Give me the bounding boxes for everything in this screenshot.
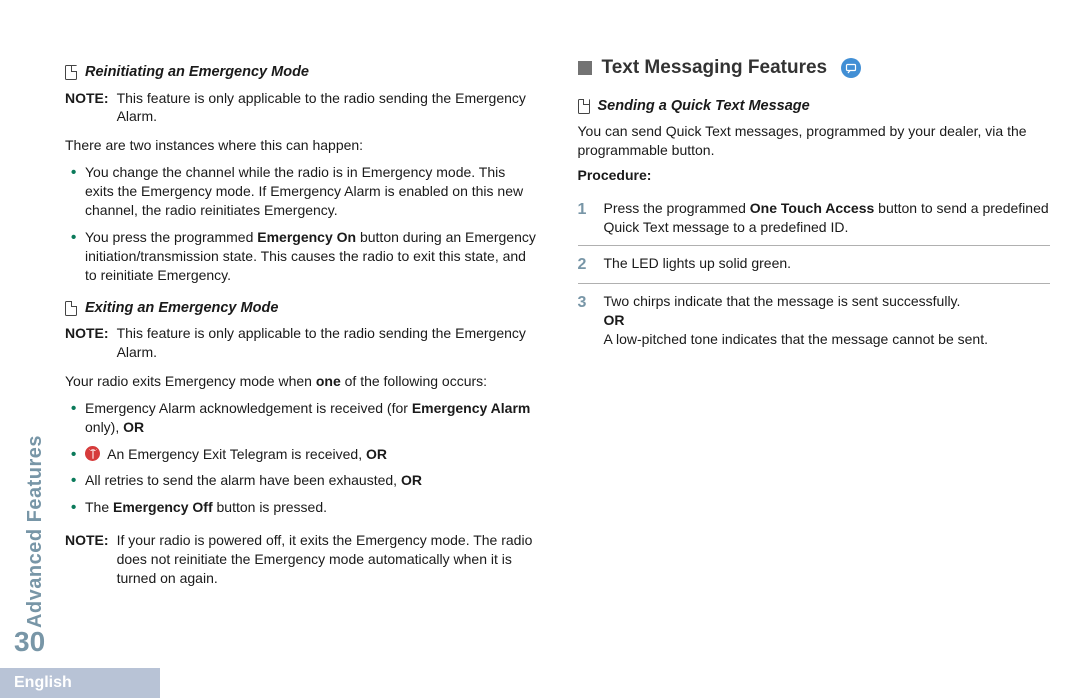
right-column: Text Messaging Features Sending a Quick …	[578, 55, 1051, 598]
message-icon	[841, 58, 861, 78]
section-title: Text Messaging Features	[602, 55, 828, 81]
note-label: NOTE:	[65, 89, 109, 127]
text: The	[85, 499, 113, 515]
text: Your radio exits Emergency mode when	[65, 373, 316, 389]
list-item: All retries to send the alarm have been …	[71, 471, 538, 490]
note-text: This feature is only applicable to the r…	[117, 324, 538, 362]
note-row: NOTE: This feature is only applicable to…	[65, 89, 538, 127]
subheading-quicktext: Sending a Quick Text Message	[578, 97, 1051, 117]
step-number: 1	[578, 199, 594, 237]
bold-text: one	[316, 373, 341, 389]
paragraph: There are two instances where this can h…	[65, 136, 538, 155]
list-item: The Emergency Off button is pressed.	[71, 498, 538, 517]
list-item: An Emergency Exit Telegram is received, …	[71, 445, 538, 464]
paragraph: You can send Quick Text messages, progra…	[578, 122, 1051, 160]
page-number: 30	[14, 626, 45, 658]
note-label: NOTE:	[65, 324, 109, 362]
text: button is pressed.	[213, 499, 327, 515]
step: 3 Two chirps indicate that the message i…	[578, 284, 1051, 357]
subheading-text: Exiting an Emergency Mode	[85, 299, 278, 319]
bold-text: Emergency Off	[113, 499, 213, 515]
step-number: 2	[578, 254, 594, 276]
bullet-list: Emergency Alarm acknowledgement is recei…	[71, 399, 538, 517]
procedure-label: Procedure:	[578, 166, 1051, 185]
list-item: You press the programmed Emergency On bu…	[71, 228, 538, 285]
subheading-reinitiating: Reinitiating an Emergency Mode	[65, 63, 538, 83]
square-bullet-icon	[578, 61, 592, 75]
bold-text: Emergency On	[257, 229, 356, 245]
bold-text: OR	[401, 472, 422, 488]
text: only),	[85, 419, 123, 435]
bullet-list: You change the channel while the radio i…	[71, 163, 538, 284]
left-column: Reinitiating an Emergency Mode NOTE: Thi…	[65, 55, 538, 598]
bold-text: OR	[123, 419, 144, 435]
section-heading: Text Messaging Features	[578, 55, 1051, 81]
page-icon	[65, 65, 77, 80]
list-item: You change the channel while the radio i…	[71, 163, 538, 220]
step: 1 Press the programmed One Touch Access …	[578, 191, 1051, 246]
text: A low-pitched tone indicates that the me…	[604, 331, 988, 347]
list-item: Emergency Alarm acknowledgement is recei…	[71, 399, 538, 437]
step-body: Two chirps indicate that the message is …	[604, 292, 1051, 349]
text: Press the programmed	[604, 200, 750, 216]
bold-text: OR	[604, 312, 625, 328]
note-label: NOTE:	[65, 531, 109, 588]
text: All retries to send the alarm have been …	[85, 472, 401, 488]
note-row: NOTE: If your radio is powered off, it e…	[65, 531, 538, 588]
procedure-steps: 1 Press the programmed One Touch Access …	[578, 191, 1051, 357]
text: You press the programmed	[85, 229, 257, 245]
step: 2 The LED lights up solid green.	[578, 246, 1051, 285]
step-body: The LED lights up solid green.	[604, 254, 1051, 276]
text: An Emergency Exit Telegram is received,	[104, 446, 366, 462]
text: of the following occurs:	[341, 373, 487, 389]
side-section-label: Advanced Features	[24, 435, 47, 628]
note-row: NOTE: This feature is only applicable to…	[65, 324, 538, 362]
page-icon	[65, 301, 77, 316]
paragraph: Your radio exits Emergency mode when one…	[65, 372, 538, 391]
subheading-text: Sending a Quick Text Message	[598, 97, 810, 117]
subheading-exiting: Exiting an Emergency Mode	[65, 299, 538, 319]
page-icon	[578, 99, 590, 114]
note-text: This feature is only applicable to the r…	[117, 89, 538, 127]
note-text: If your radio is powered off, it exits t…	[117, 531, 538, 588]
sidebar: Advanced Features	[20, 50, 50, 628]
language-label: English	[14, 674, 72, 692]
bold-text: OR	[366, 446, 387, 462]
bold-text: One Touch Access	[750, 200, 874, 216]
text: Two chirps indicate that the message is …	[604, 293, 961, 309]
bold-text: Emergency Alarm	[412, 400, 531, 416]
content-columns: Reinitiating an Emergency Mode NOTE: Thi…	[0, 0, 1080, 618]
manual-page: Advanced Features 30 English Reinitiatin…	[0, 0, 1080, 698]
antenna-icon	[85, 446, 100, 461]
subheading-text: Reinitiating an Emergency Mode	[85, 63, 309, 83]
text: Emergency Alarm acknowledgement is recei…	[85, 400, 412, 416]
step-number: 3	[578, 292, 594, 349]
step-body: Press the programmed One Touch Access bu…	[604, 199, 1051, 237]
language-bar: English	[0, 668, 160, 698]
